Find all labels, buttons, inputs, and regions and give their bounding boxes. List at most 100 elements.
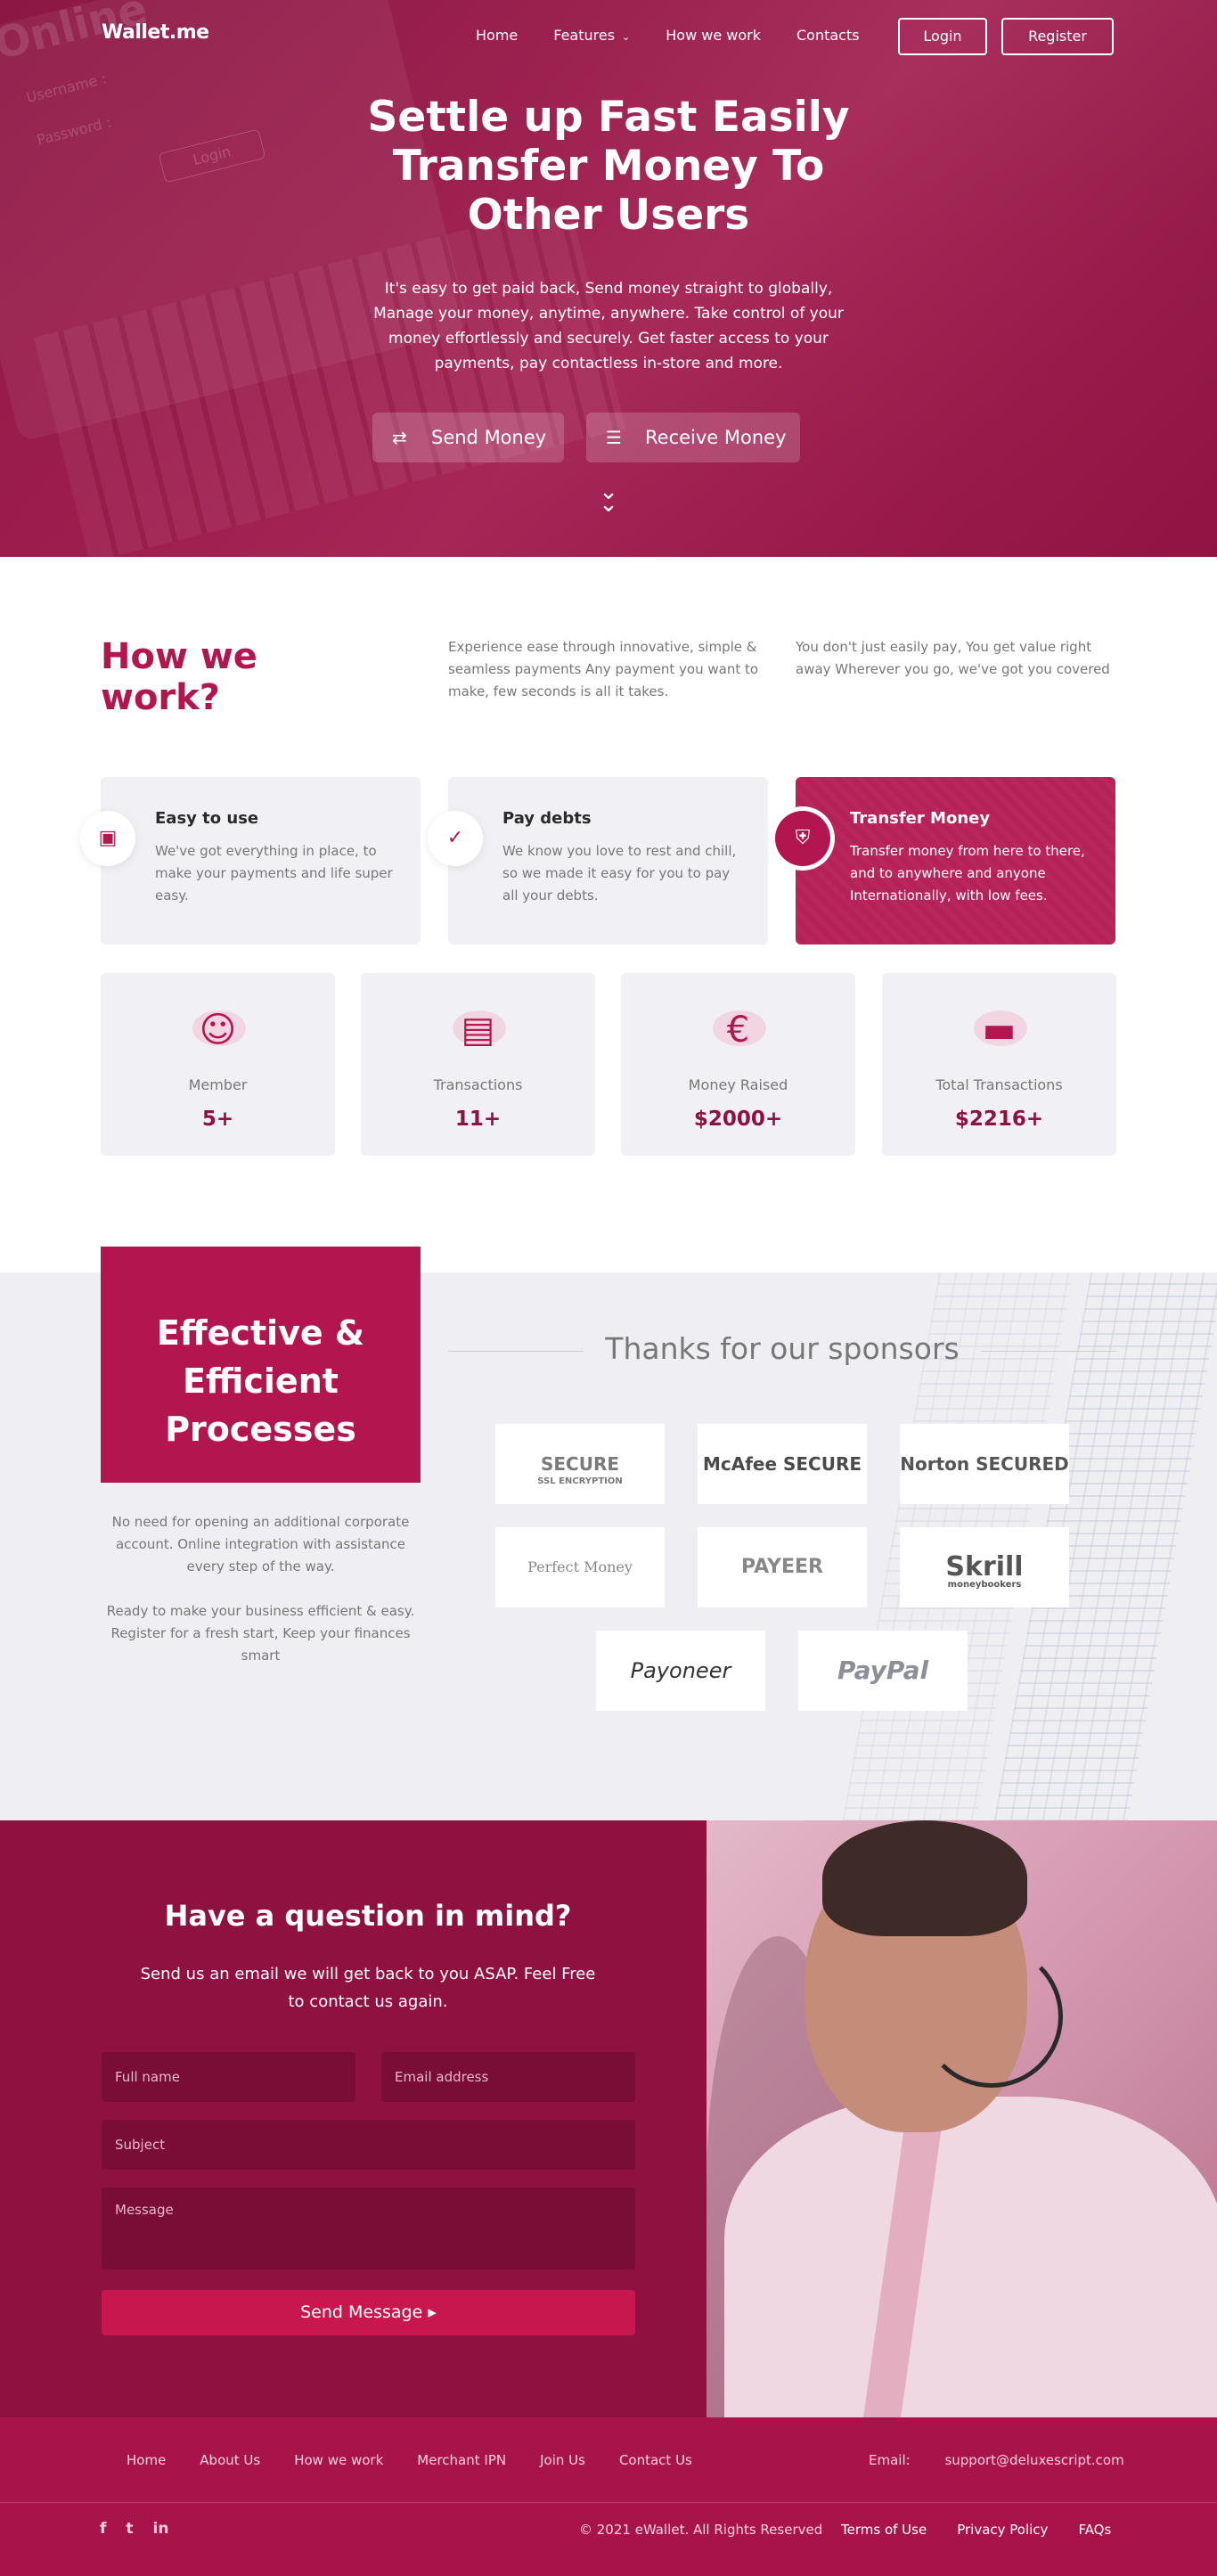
login-button[interactable]: Login (898, 18, 987, 55)
nav-how-we-work[interactable]: How we work (666, 27, 761, 44)
sponsor-name: Norton SECURED (900, 1453, 1069, 1475)
hero-text: It's easy to get paid back, Send money s… (373, 280, 844, 372)
receive-money-label: Receive Money (645, 427, 787, 448)
top-navigation: Wallet.me Home Features ⌄ How we work Con… (0, 0, 1217, 71)
linkedin-icon[interactable]: in (153, 2520, 169, 2538)
nav-contacts[interactable]: Contacts (796, 27, 860, 44)
contact-title: Have a question in mind? (164, 1899, 572, 1933)
nav-features-label: Features (553, 27, 616, 44)
sponsor-logo-payeer[interactable]: PAYEER (698, 1527, 867, 1607)
support-agent-photo (707, 1820, 1217, 2417)
footer (0, 2417, 1217, 2576)
email-field[interactable] (381, 2052, 635, 2102)
chevron-down-icon: ⌄ (622, 31, 631, 43)
sponsor-name: PAYEER (741, 1556, 823, 1578)
send-money-label: Send Money (431, 427, 547, 448)
stat-card-transactions: ▤ Transactions 11+ (361, 973, 595, 1156)
register-button[interactable]: Register (1001, 18, 1114, 55)
sponsor-name: Payoneer (630, 1658, 731, 1683)
hero-background-password: Password : (35, 113, 113, 149)
sponsor-logo-skrill[interactable]: Skrill moneybookers (900, 1527, 1069, 1607)
copyright: © 2021 eWallet. All Rights Reserved (579, 2522, 823, 2538)
sponsor-name: Perfect Money (527, 1558, 633, 1575)
sponsor-logo-mcafee[interactable]: McAfee SECURE (698, 1424, 867, 1504)
feature-card-transfer-money: ⛨ Transfer Money Transfer money from her… (775, 777, 1115, 945)
stat-card-total-transactions: ▬ Total Transactions $2216+ (882, 973, 1116, 1156)
sponsor-logo-secure[interactable]: SECURE SSL ENCRYPTION (495, 1424, 665, 1504)
hero-title: Settle up Fast Easily Transfer Money To … (367, 93, 850, 240)
footer-link-join-us[interactable]: Join Us (540, 2452, 585, 2468)
footer-link-merchant-ipn[interactable]: Merchant IPN (417, 2452, 506, 2468)
stat-value: $2000+ (693, 1108, 783, 1131)
card-coins-icon: ▬ (982, 1010, 1017, 1051)
nav-links: Home Features ⌄ How we work Contacts (476, 27, 895, 44)
legal-links: Terms of Use Privacy Policy FAQs (841, 2522, 1111, 2538)
footer-email-address[interactable]: support@deluxescript.com (944, 2452, 1123, 2468)
stat-value: $2216+ (954, 1108, 1044, 1131)
sponsor-sub: moneybookers (947, 1580, 1022, 1590)
sponsor-logo-norton[interactable]: Norton SECURED (900, 1424, 1069, 1504)
how-we-work-title: How we work? (101, 636, 257, 718)
double-chevron-down-icon[interactable]: ⌄ ⌄ (595, 480, 622, 516)
feature-title: Transfer Money (850, 809, 991, 828)
social-links: f t in (100, 2520, 188, 2538)
efficient-processes-box: Effective & Efficient Processes (101, 1247, 421, 1483)
hero-section: Online Username : Password : Login Walle… (0, 0, 1217, 557)
brand-logo[interactable]: Wallet.me (102, 21, 209, 44)
shield-icon: ⛨ (775, 811, 830, 866)
sponsor-name: McAfee SECURE (702, 1453, 862, 1475)
sponsor-name: Skrill (945, 1551, 1024, 1582)
footer-links: Home About Us How we work Merchant IPN J… (127, 2452, 726, 2468)
footer-divider (0, 2502, 1217, 2503)
footer-link-how-we-work[interactable]: How we work (294, 2452, 383, 2468)
sponsor-name: PayPal (837, 1656, 929, 1685)
privacy-link[interactable]: Privacy Policy (957, 2522, 1048, 2538)
subject-field[interactable] (102, 2120, 635, 2170)
contact-text: Send us an email we will get back to you… (140, 1965, 596, 2011)
feature-card-pay-debts: ✓ Pay debts We know you love to rest and… (428, 777, 768, 945)
footer-email: Email: support@deluxescript.com (869, 2452, 1124, 2468)
how-we-work-text-2: You don't just easily pay, You get value… (796, 639, 1110, 677)
send-message-button[interactable]: Send Message ▸ (102, 2290, 635, 2335)
headset-icon (920, 1945, 1063, 2088)
facebook-icon[interactable]: f (100, 2520, 106, 2538)
nav-home[interactable]: Home (476, 27, 518, 44)
stat-card-member: ☺ Member 5+ (101, 973, 335, 1156)
coins-icon: ☰ (606, 427, 622, 448)
divider (981, 1351, 1116, 1352)
sponsor-sub: SSL ENCRYPTION (537, 1476, 623, 1486)
twitter-icon[interactable]: t (126, 2520, 133, 2538)
footer-email-label: Email: (869, 2452, 911, 2468)
send-money-button[interactable]: ⇄ Send Money (372, 413, 564, 462)
feature-card-easy-to-use: ▣ Easy to use We've got everything in pl… (80, 777, 421, 945)
receive-money-button[interactable]: ☰ Receive Money (586, 413, 800, 462)
stat-card-money-raised: € Money Raised $2000+ (621, 973, 855, 1156)
stat-label: Total Transactions (935, 1076, 1063, 1093)
nav-features[interactable]: Features ⌄ (553, 27, 630, 44)
footer-link-contact-us[interactable]: Contact Us (619, 2452, 692, 2468)
sponsor-logo-payoneer[interactable]: Payoneer (596, 1631, 765, 1711)
wallet-icon: ▤ (461, 1010, 495, 1051)
member-icon: ☺ (199, 1010, 237, 1051)
sponsors-title-text: Thanks for our sponsors (605, 1331, 960, 1366)
sponsor-logo-perfect-money[interactable]: Perfect Money (495, 1527, 665, 1607)
sponsors-title: Thanks for our sponsors (448, 1331, 1116, 1366)
page: Online Username : Password : Login Walle… (0, 0, 1217, 2576)
feature-text: We know you love to rest and chill, so w… (502, 843, 737, 904)
terms-link[interactable]: Terms of Use (841, 2522, 927, 2538)
efficient-text-1: No need for opening an additional corpor… (111, 1514, 410, 1574)
footer-link-home[interactable]: Home (127, 2452, 166, 2468)
faqs-link[interactable]: FAQs (1078, 2522, 1111, 2538)
briefcase-icon: ▣ (80, 811, 135, 866)
feature-title: Pay debts (502, 809, 592, 828)
full-name-field[interactable] (102, 2052, 355, 2102)
check-icon: ✓ (428, 811, 483, 866)
feature-text: We've got everything in place, to make y… (155, 843, 393, 904)
sponsor-logo-paypal[interactable]: PayPal (798, 1631, 968, 1711)
how-we-work-text-1: Experience ease through innovative, simp… (448, 639, 759, 699)
footer-link-about[interactable]: About Us (200, 2452, 260, 2468)
stat-label: Money Raised (688, 1076, 788, 1093)
money-transfer-icon: ⇄ (392, 427, 407, 448)
divider (448, 1351, 584, 1352)
message-field[interactable] (102, 2188, 635, 2269)
